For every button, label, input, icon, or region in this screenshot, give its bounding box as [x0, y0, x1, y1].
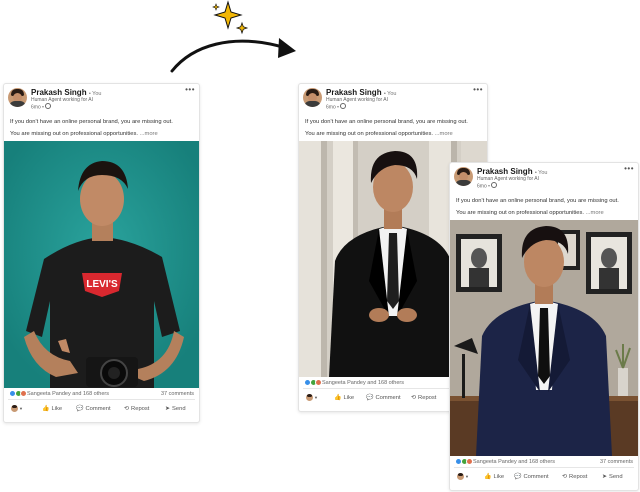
action-bar: ▼ 👍 Like 💬 Comment ⟲ Repost ➤ Send [450, 468, 638, 485]
send-button[interactable]: ➤ Send [602, 473, 623, 480]
send-icon: ➤ [602, 474, 608, 480]
post-header: Prakash Singh • You Human Agent working … [4, 84, 199, 110]
send-icon: ➤ [165, 406, 171, 412]
thumbs-up-icon: 👍 [334, 395, 342, 401]
avatar[interactable] [454, 167, 473, 186]
comments-count[interactable]: 37 comments [161, 391, 194, 397]
post-header: Prakash Singh • You Human Agent working … [450, 163, 638, 189]
see-more-link[interactable]: ...more [435, 131, 453, 137]
repost-icon: ⟲ [124, 406, 130, 412]
comment-button[interactable]: 💬 Comment [514, 473, 549, 480]
more-options-icon[interactable]: ••• [185, 85, 195, 94]
post-card-navy-suit: Prakash Singh • You Human Agent working … [449, 162, 639, 491]
comment-button[interactable]: 💬 Comment [366, 394, 401, 401]
avatar [11, 405, 18, 412]
reaction-selector[interactable]: ▼ [11, 405, 23, 412]
like-button[interactable]: 👍 Like [42, 405, 62, 412]
reaction-icons [455, 458, 473, 465]
photo-person-casual: LEVI'S [4, 141, 199, 388]
chevron-down-icon: ▼ [19, 406, 23, 411]
thumbs-up-icon: 👍 [484, 474, 492, 480]
reactions-bar[interactable]: Sangeeta Pandey and 168 others 37 commen… [450, 456, 638, 467]
see-more-link[interactable]: ...more [140, 131, 158, 137]
comment-button[interactable]: 💬 Comment [76, 405, 111, 412]
post-photo[interactable] [450, 220, 638, 456]
repost-button[interactable]: ⟲ Repost [411, 394, 436, 401]
globe-icon [44, 102, 51, 109]
globe-icon [490, 181, 497, 188]
svg-text:LEVI'S: LEVI'S [86, 279, 118, 290]
like-button[interactable]: 👍 Like [484, 473, 504, 480]
reactions-count[interactable]: Sangeeta Pandey and 168 others [27, 391, 109, 397]
more-options-icon[interactable]: ••• [473, 85, 483, 94]
more-options-icon[interactable]: ••• [624, 164, 634, 173]
chevron-down-icon: ▼ [314, 395, 318, 400]
reactions-count[interactable]: Sangeeta Pandey and 168 others [473, 459, 555, 465]
send-button[interactable]: ➤ Send [165, 405, 186, 412]
avatar[interactable] [303, 88, 322, 107]
post-time: 6mo • [477, 181, 497, 189]
comment-icon: 💬 [366, 395, 374, 401]
like-button[interactable]: 👍 Like [334, 394, 354, 401]
reaction-icons [304, 379, 322, 386]
repost-icon: ⟲ [562, 474, 568, 480]
repost-icon: ⟲ [411, 395, 417, 401]
post-header: Prakash Singh • You Human Agent working … [299, 84, 487, 110]
post-text-line-1: If you don't have an online personal bra… [10, 119, 173, 125]
post-time: 6mo • [31, 102, 51, 110]
repost-button[interactable]: ⟲ Repost [562, 473, 587, 480]
comment-icon: 💬 [76, 406, 84, 412]
comment-icon: 💬 [514, 474, 522, 480]
avatar [457, 473, 464, 480]
post-card-casual: Prakash Singh • You Human Agent working … [3, 83, 200, 423]
avatar[interactable] [8, 88, 27, 107]
photo-person-navy-suit [450, 220, 638, 456]
comments-count[interactable]: 37 comments [600, 459, 633, 465]
action-bar: ▼ 👍 Like 💬 Comment ⟲ Repost ➤ Send [4, 400, 199, 417]
reaction-selector[interactable]: ▼ [457, 473, 469, 480]
globe-icon [339, 102, 346, 109]
reactions-count[interactable]: Sangeeta Pandey and 168 others [322, 380, 404, 386]
post-photo[interactable]: LEVI'S [4, 141, 199, 388]
reaction-selector[interactable]: ▼ [306, 394, 318, 401]
repost-button[interactable]: ⟲ Repost [124, 405, 149, 412]
reactions-bar[interactable]: Sangeeta Pandey and 168 others 37 commen… [4, 388, 199, 399]
reaction-icons [9, 390, 27, 397]
chevron-down-icon: ▼ [465, 474, 469, 479]
post-text-line-1: If you don't have an online personal bra… [456, 198, 619, 204]
post-text-line-1: If you don't have an online personal bra… [305, 119, 468, 125]
avatar [306, 394, 313, 401]
thumbs-up-icon: 👍 [42, 406, 50, 412]
post-time: 6mo • [326, 102, 346, 110]
see-more-link[interactable]: ...more [586, 210, 604, 216]
